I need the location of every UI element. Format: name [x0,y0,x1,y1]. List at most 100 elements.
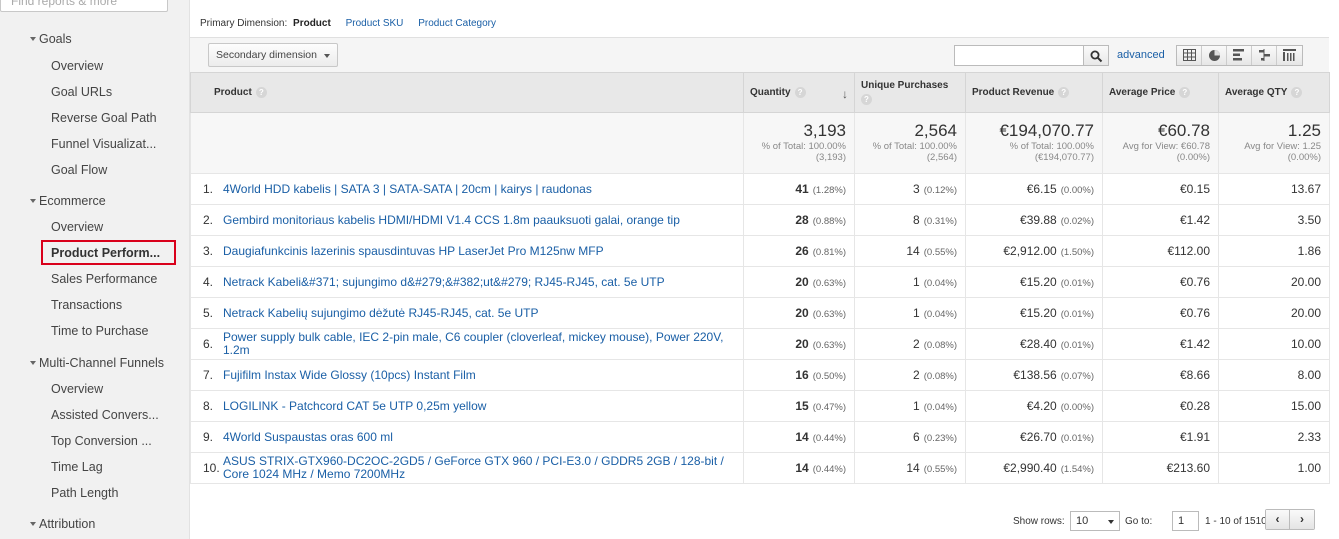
sidebar-item-funnel-visualization[interactable]: Funnel Visualizat... [51,137,156,151]
quantity-percent: (0.63%) [812,278,846,289]
find-reports-input[interactable]: Find reports & more [0,0,168,12]
product-cell: 9. 4World Suspaustas oras 600 ml [190,421,744,453]
sidebar-group-multi-channel-funnels[interactable]: Multi-Channel Funnels [30,356,164,370]
quantity-cell: 26 (0.81%) [743,235,855,267]
totals-row: 3,193% of Total: 100.00% (3,193) 2,564% o… [190,112,1330,174]
bar-chart-icon [1233,49,1244,61]
table-row: 3. Daugiafunkcinis lazerinis spausdintuva… [190,235,1330,267]
product-revenue-value: €39.88 [1020,213,1057,227]
product-revenue-percent: (0.01%) [1060,278,1094,289]
sidebar-item-time-lag[interactable]: Time Lag [51,460,103,474]
sidebar-item-top-conversion-paths[interactable]: Top Conversion ... [51,434,152,448]
column-header-unique-purchases[interactable]: Unique Purchases? [854,72,966,113]
average-qty-cell: 20.00 [1218,266,1330,298]
page-nav: ‹ › [1265,509,1315,530]
product-revenue-cell: €138.56 (0.07%) [965,359,1103,391]
unique-purchases-cell: 3 (0.12%) [854,173,966,205]
sidebar-item-transactions[interactable]: Transactions [51,298,122,312]
row-index: 9. [203,430,214,444]
product-revenue-value: €15.20 [1020,275,1057,289]
product-revenue-value: €28.40 [1020,337,1057,351]
sidebar-group-attribution[interactable]: Attribution [30,517,95,531]
totals-product-cell [190,112,744,174]
sidebar-item-time-to-purchase[interactable]: Time to Purchase [51,324,149,338]
unique-purchases-value: 14 [906,244,920,258]
product-cell: 7. Fujifilm Instax Wide Glossy (10pcs) In… [190,359,744,391]
row-index: 5. [203,306,214,320]
unique-purchases-percent: (0.04%) [923,309,957,320]
product-performance-table: Product? Quantity? ↓ Unique Purchases? Pr… [190,72,1330,484]
help-icon[interactable]: ? [1179,86,1191,98]
help-icon[interactable]: ? [255,86,267,98]
product-link[interactable]: 4World HDD kabelis | SATA 3 | SATA-SATA … [223,182,592,196]
sidebar-item-reverse-goal-path[interactable]: Reverse Goal Path [51,111,157,125]
unique-purchases-percent: (0.55%) [923,247,957,258]
row-index: 8. [203,399,214,413]
average-price-cell: €1.42 [1102,204,1219,236]
product-cell: 3. Daugiafunkcinis lazerinis spausdintuva… [190,235,744,267]
table-row: 6. Power supply bulk cable, IEC 2-pin mal… [190,328,1330,360]
performance-view-button[interactable] [1227,46,1252,65]
unique-purchases-value: 6 [913,430,920,444]
unique-purchases-percent: (0.08%) [923,340,957,351]
product-link[interactable]: LOGILINK - Patchcord CAT 5e UTP 0,25m ye… [223,399,486,413]
sidebar-item-path-length[interactable]: Path Length [51,486,118,500]
sidebar-item-goal-flow[interactable]: Goal Flow [51,163,107,177]
sidebar-item-mcf-overview[interactable]: Overview [51,382,103,396]
secondary-dimension-dropdown[interactable]: Secondary dimension [208,43,338,67]
show-rows-select[interactable]: 10 [1070,511,1120,531]
column-header-quantity[interactable]: Quantity? ↓ [743,72,855,113]
comparison-view-button[interactable] [1252,46,1277,65]
primary-dimension-product-sku[interactable]: Product SKU [346,18,404,29]
column-header-average-price[interactable]: Average Price? [1102,72,1219,113]
quantity-cell: 20 (0.63%) [743,266,855,298]
page-range: 1 - 10 of 1510 [1205,516,1267,527]
product-link[interactable]: Daugiafunkcinis lazerinis spausdintuvas … [223,244,604,258]
data-table-view-button[interactable] [1177,46,1202,65]
help-icon[interactable]: ? [794,86,806,98]
term-cloud-view-button[interactable] [1277,46,1302,65]
product-revenue-cell: €4.20 (0.00%) [965,390,1103,422]
sidebar-item-goals-overview[interactable]: Overview [51,59,103,73]
sidebar-group-ecommerce[interactable]: Ecommerce [30,194,106,208]
sidebar-item-ecommerce-overview[interactable]: Overview [51,220,103,234]
sort-descending-icon: ↓ [842,87,848,101]
search-button[interactable] [1083,45,1109,66]
product-revenue-percent: (1.50%) [1060,247,1094,258]
product-link[interactable]: 4World Suspaustas oras 600 ml [223,430,393,444]
sidebar-item-assisted-conversions[interactable]: Assisted Convers... [51,408,159,422]
quantity-percent: (0.63%) [812,340,846,351]
next-page-button[interactable]: › [1290,510,1314,529]
percentage-view-button[interactable] [1202,46,1227,65]
average-qty-cell: 8.00 [1218,359,1330,391]
sidebar-group-goals[interactable]: Goals [30,32,72,46]
column-header-product[interactable]: Product? [190,72,744,113]
quantity-value: 14 [795,461,809,475]
product-revenue-value: €26.70 [1020,430,1057,444]
product-link[interactable]: Netrack Kabelių sujungimo dėžutė RJ45-RJ… [223,306,539,320]
row-index: 6. [203,337,214,351]
help-icon[interactable]: ? [861,94,872,105]
product-link[interactable]: Gembird monitoriaus kabelis HDMI/HDMI V1… [223,213,680,227]
advanced-filter-link[interactable]: advanced [1117,49,1165,61]
goto-page-input[interactable]: 1 [1172,511,1199,531]
table-row: 9. 4World Suspaustas oras 600 ml 14 (0.44%)… [190,421,1330,453]
average-qty-cell: 10.00 [1218,328,1330,360]
prev-page-button[interactable]: ‹ [1266,510,1290,529]
primary-dimension-product-category[interactable]: Product Category [418,18,496,29]
sidebar-item-goal-urls[interactable]: Goal URLs [51,85,112,99]
product-link[interactable]: Power supply bulk cable, IEC 2-pin male,… [223,331,733,357]
table-search-input[interactable] [954,45,1084,66]
column-header-average-qty[interactable]: Average QTY? [1218,72,1330,113]
product-link[interactable]: Netrack Kabeli&#371; sujungimo d&#279;&#… [223,275,665,289]
average-qty-cell: 13.67 [1218,173,1330,205]
help-icon[interactable]: ? [1291,86,1303,98]
product-link[interactable]: Fujifilm Instax Wide Glossy (10pcs) Inst… [223,368,476,382]
unique-purchases-cell: 1 (0.04%) [854,390,966,422]
product-revenue-percent: (0.00%) [1060,402,1094,413]
product-link[interactable]: ASUS STRIX-GTX960-DC2OC-2GD5 / GeForce G… [223,455,733,481]
sidebar-item-sales-performance[interactable]: Sales Performance [51,272,157,286]
help-icon[interactable]: ? [1058,86,1070,98]
column-header-product-revenue[interactable]: Product Revenue? [965,72,1103,113]
quantity-value: 16 [795,368,809,382]
